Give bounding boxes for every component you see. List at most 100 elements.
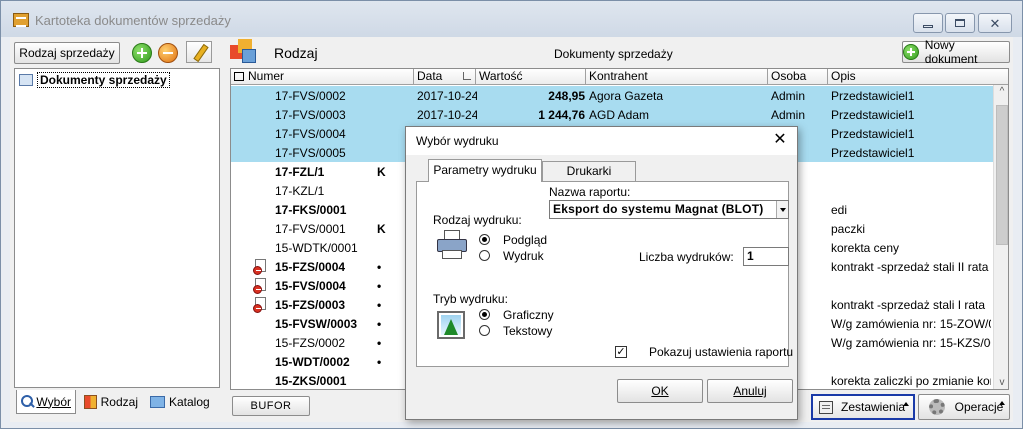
- cell-data: 2017-10-24: [417, 89, 477, 103]
- table-row[interactable]: 17-FVS/0002 2017-10-24 248,95 Agora Gazeta A…: [231, 86, 993, 105]
- cell-numer: 15-FVS/0004: [275, 279, 346, 293]
- print-type-label: Rodzaj wydruku:: [433, 213, 522, 227]
- cell-numer: 15-ZKS/0001: [275, 374, 347, 388]
- operacje-button[interactable]: Operacje: [918, 394, 1010, 420]
- ok-button[interactable]: OK: [617, 379, 703, 403]
- column-header-data[interactable]: Data: [414, 69, 476, 85]
- chevron-down-icon[interactable]: [776, 201, 788, 218]
- header-label: Kontrahent: [589, 69, 648, 83]
- button-label: Operacje: [954, 400, 1004, 414]
- column-header-osoba[interactable]: Osoba: [768, 69, 828, 85]
- search-icon: [21, 394, 34, 409]
- remove-icon[interactable]: [158, 43, 178, 63]
- app-icon: [13, 13, 29, 27]
- tab-label: Parametry wydruku: [433, 163, 537, 177]
- vertical-scrollbar[interactable]: ^ v: [993, 85, 1008, 389]
- add-icon: [903, 44, 919, 60]
- column-header-wartosc[interactable]: Wartość: [476, 69, 586, 85]
- radio-wydruk[interactable]: [479, 250, 490, 261]
- cell-flag: K: [377, 165, 386, 179]
- report-name-label: Nazwa raportu:: [549, 185, 631, 199]
- column-header-numer[interactable]: Numer: [231, 69, 414, 85]
- cell-opis: korekta zaliczki po zmianie kontrah: [831, 374, 991, 388]
- close-window-button[interactable]: ✕: [978, 13, 1012, 33]
- tab-drukarki[interactable]: Drukarki: [542, 161, 636, 181]
- report-icon: [819, 400, 833, 414]
- copies-input[interactable]: 1: [743, 247, 789, 266]
- tab-label: Wybór: [36, 394, 71, 409]
- dialog-title-bar: Wybór wydruku ✕: [406, 127, 797, 155]
- cell-opis: W/g zamówienia nr: 15-ZOW/000: [831, 317, 991, 331]
- cell-opis: kontrakt -sprzedaż stali I rata: [831, 298, 986, 312]
- caret-up-icon: [903, 402, 909, 406]
- cell-flag: •: [377, 317, 382, 331]
- radio-wydruk-label: Wydruk: [503, 249, 544, 263]
- cell-kontrahent: AGD Adam: [589, 108, 650, 122]
- rodzaj-sprzedazy-button[interactable]: Rodzaj sprzedaży: [14, 42, 120, 64]
- tree-item-dokumenty[interactable]: Dokumenty sprzedaży: [19, 72, 170, 88]
- cell-numer: 15-FZS/0002: [275, 336, 346, 350]
- maximize-button[interactable]: [945, 13, 975, 33]
- add-icon[interactable]: [132, 43, 152, 63]
- cell-data: 2017-10-24: [417, 108, 477, 122]
- cell-opis: edi: [831, 203, 848, 217]
- bufor-button[interactable]: BUFOR: [232, 396, 310, 416]
- scroll-down-icon[interactable]: v: [997, 378, 1007, 388]
- cell-opis: Przedstawiciel1: [831, 127, 915, 141]
- radio-podglad[interactable]: [479, 234, 490, 245]
- radio-tekstowy[interactable]: [479, 325, 490, 336]
- new-document-button[interactable]: Nowy dokument: [902, 38, 1010, 66]
- image-icon: [437, 311, 465, 339]
- category-icon: [84, 395, 97, 409]
- scroll-thumb[interactable]: [996, 105, 1008, 245]
- maximize-icon: [955, 19, 965, 27]
- show-settings-label: Pokazuj ustawienia raportu: [649, 345, 794, 359]
- close-icon[interactable]: ✕: [769, 130, 791, 150]
- table-row[interactable]: 17-FVS/0003 2017-10-24 1 244,76 AGD Adam Adm…: [231, 105, 993, 124]
- select-value: Eksport do systemu Magnat (BLOT): [553, 202, 764, 216]
- title-bar: Kartoteka dokumentów sprzedaży ✕: [1, 1, 1022, 37]
- parameters-panel: Nazwa raportu: Eksport do systemu Magnat…: [416, 181, 793, 367]
- tab-katalog[interactable]: Katalog: [146, 390, 220, 414]
- window-title: Kartoteka dokumentów sprzedaży: [35, 13, 231, 28]
- document-status-icon: [253, 297, 269, 313]
- edit-pencil-icon[interactable]: [186, 41, 212, 63]
- tab-rodzaj[interactable]: Rodzaj: [80, 390, 142, 414]
- radio-podglad-label: Podgląd: [503, 233, 548, 247]
- radio-graficzny-label: Graficzny: [503, 308, 554, 322]
- column-header-opis[interactable]: Opis: [828, 69, 1008, 85]
- tab-wybor[interactable]: Wybór: [16, 390, 76, 414]
- cell-opis: Przedstawiciel1: [831, 89, 915, 103]
- select-all-checkbox[interactable]: [234, 72, 244, 81]
- zestawienia-button[interactable]: Zestawienia: [811, 394, 915, 420]
- cell-flag: K: [377, 222, 386, 236]
- cell-flag: •: [377, 298, 382, 312]
- document-status-icon: [253, 278, 269, 294]
- minimize-button[interactable]: [913, 13, 943, 33]
- gear-icon: [928, 399, 945, 415]
- header-label: Osoba: [771, 69, 807, 83]
- cell-numer: 17-FVS/0005: [275, 146, 346, 160]
- radio-graficzny[interactable]: [479, 309, 490, 320]
- cell-numer: 17-FKS/0001: [275, 203, 347, 217]
- report-name-select[interactable]: Eksport do systemu Magnat (BLOT): [549, 200, 789, 219]
- cell-numer: 17-FVS/0002: [275, 89, 346, 103]
- column-header-kontrahent[interactable]: Kontrahent: [586, 69, 768, 85]
- show-settings-checkbox[interactable]: ✓: [615, 346, 627, 358]
- tab-parametry-wydruku[interactable]: Parametry wydruku: [428, 159, 542, 182]
- cell-kontrahent: Agora Gazeta: [589, 89, 664, 103]
- cancel-button[interactable]: Anuluj: [707, 379, 793, 403]
- category-icon: [230, 39, 258, 65]
- cell-numer: 15-FZS/0004: [275, 260, 346, 274]
- button-label: Anuluj: [733, 384, 767, 398]
- cell-opis: korekta ceny: [831, 241, 900, 255]
- copies-label: Liczba wydruków:: [639, 250, 734, 264]
- list-header: Rodzaj Dokumenty sprzedaży Nowy dokument: [226, 37, 1013, 67]
- cell-wartosc: 1 244,76: [538, 108, 585, 122]
- cell-flag: •: [377, 355, 382, 369]
- category-title: Rodzaj: [274, 45, 318, 61]
- left-panel: Rodzaj sprzedaży Dokumenty sprzedaży Wyb…: [10, 37, 222, 422]
- cell-flag: •: [377, 336, 382, 350]
- scroll-up-icon[interactable]: ^: [997, 87, 1007, 97]
- category-tree: Dokumenty sprzedaży: [14, 68, 220, 388]
